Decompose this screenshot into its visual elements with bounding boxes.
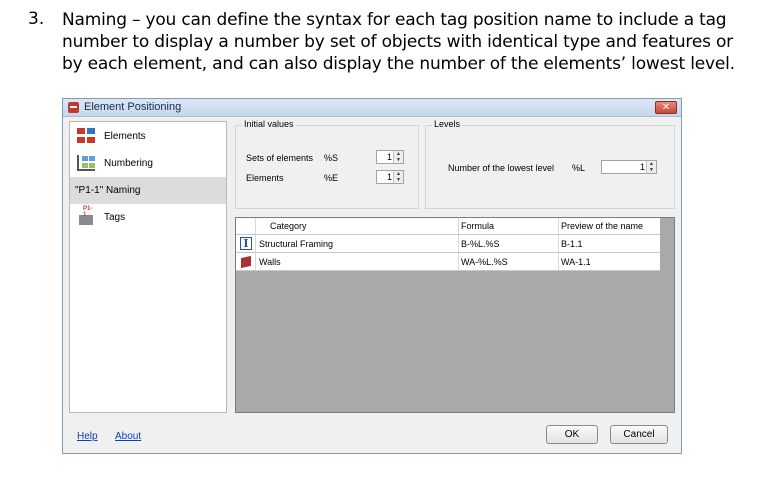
sets-of-elements-stepper[interactable]: 1 ▲ ▼ [376,150,404,164]
ibeam-icon: I [240,237,252,250]
element-positioning-dialog: Element Positioning ✕ Elements Numbering… [62,98,682,454]
instruction-paragraph: Naming – you can define the syntax for e… [62,9,735,75]
lowest-level-label: Number of the lowest level [448,163,555,173]
sidebar-item-label: Numbering [104,158,153,169]
elements-token: %E [324,173,339,183]
category-cell: Structural Framing [256,235,459,252]
app-icon [68,102,79,113]
sidebar-item-naming[interactable]: "P1-1" Naming [70,177,226,204]
lowest-level-stepper[interactable]: 1 ▲ ▼ [601,160,657,174]
row-icon-cell: I [236,235,256,252]
sidebar-item-numbering[interactable]: Numbering [70,150,226,177]
cancel-button[interactable]: Cancel [610,425,668,444]
ok-button[interactable]: OK [546,425,598,444]
paragraph-line: by each element, and can also display th… [62,54,735,74]
table-row[interactable]: Walls WA-%L.%S WA-1.1 [236,253,660,271]
list-number: 3. [28,9,45,29]
levels-group: Levels Number of the lowest level %L 1 ▲… [425,119,675,209]
grid-header: Category Formula Preview of the name [236,218,660,235]
sidebar-item-label: Elements [104,131,146,142]
preview-cell: WA-1.1 [561,257,591,267]
formula-cell[interactable]: B-%L.%S [459,235,559,252]
sets-token: %S [324,153,339,163]
stepper-value: 1 [639,162,645,172]
sidebar-item-label: Tags [104,212,126,223]
stepper-arrows-icon[interactable]: ▲ ▼ [646,161,656,173]
group-title: Levels [432,119,463,129]
sidebar-item-label: "P1-1" Naming [75,185,141,196]
preview-header[interactable]: Preview of the name [559,218,660,234]
sets-of-elements-label: Sets of elements [246,153,314,163]
paragraph-line: number to display a number by set of obj… [62,32,733,52]
lowest-level-token: %L [572,163,586,173]
sidebar-item-elements[interactable]: Elements [70,123,226,150]
table-row[interactable]: I Structural Framing B-%L.%S B-1.1 [236,235,660,253]
category-grid: Category Formula Preview of the name I S… [235,217,675,413]
sidebar: Elements Numbering "P1-1" Naming Tags [69,121,227,413]
elements-label: Elements [246,173,284,183]
sidebar-item-tags[interactable]: Tags [70,204,226,231]
category-header[interactable]: Category [256,218,459,234]
elements-stepper[interactable]: 1 ▲ ▼ [376,170,404,184]
paragraph-line: Naming – you can define the syntax for e… [62,10,727,30]
preview-cell: B-1.1 [561,239,583,249]
tags-icon [77,206,95,225]
title-bar[interactable]: Element Positioning ✕ [63,99,681,117]
stepper-arrows-icon[interactable]: ▲ ▼ [393,171,403,183]
header-icon-cell [236,218,256,234]
wall-icon [241,255,251,269]
stepper-value: 1 [386,172,392,182]
close-button[interactable]: ✕ [655,101,677,114]
row-icon-cell [236,253,256,270]
stepper-arrows-icon[interactable]: ▲ ▼ [393,151,403,163]
category-cell: Walls [256,253,459,270]
dialog-title: Element Positioning [84,101,182,113]
stepper-value: 1 [386,152,392,162]
formula-cell[interactable]: WA-%L.%S [459,253,559,270]
help-link[interactable]: Help [77,431,98,442]
group-title: Initial values [242,119,296,129]
elements-icon [77,128,95,144]
initial-values-group: Initial values Sets of elements %S 1 ▲ ▼ … [235,119,419,209]
numbering-icon [77,155,95,171]
formula-header[interactable]: Formula [459,218,559,234]
about-link[interactable]: About [115,431,141,442]
